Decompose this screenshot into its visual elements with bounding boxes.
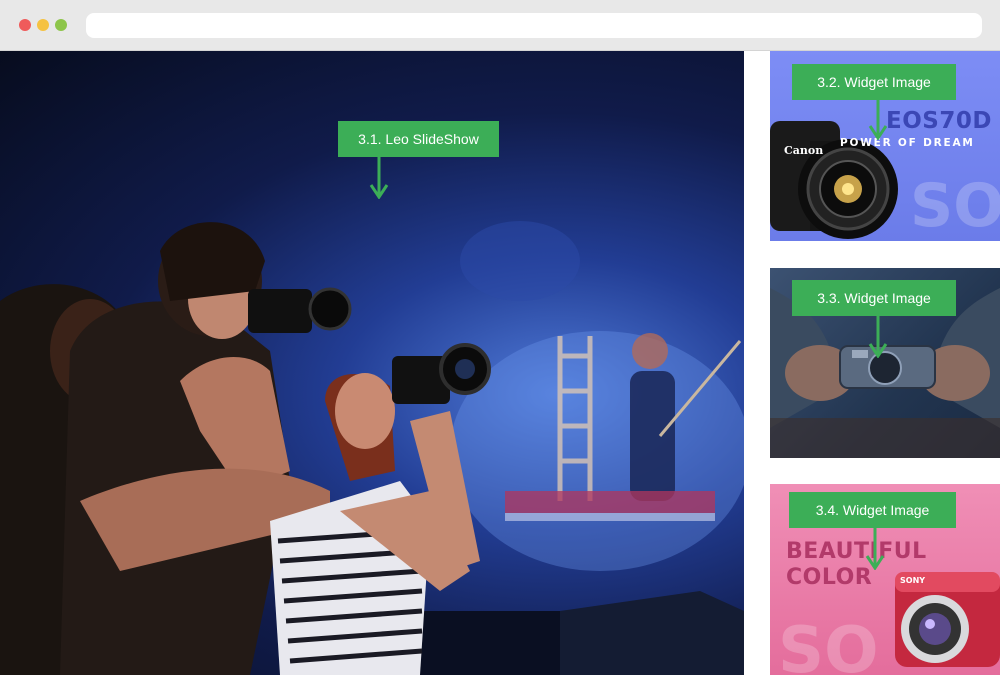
callout-leo-slideshow: 3.1. Leo SlideShow: [338, 121, 499, 157]
ad-watermark: SON: [910, 171, 1000, 241]
address-bar[interactable]: [86, 13, 982, 38]
arrow-down-icon: [865, 528, 885, 570]
minimize-window-dot[interactable]: [37, 19, 49, 31]
sony-brand-text: SONY: [900, 576, 926, 585]
arrow-down-icon: [868, 100, 888, 140]
ad-title: EOS70D: [886, 108, 992, 134]
close-window-dot[interactable]: [19, 19, 31, 31]
arrow-down-icon: [868, 316, 888, 358]
callout-widget-image-1: 3.2. Widget Image: [792, 64, 956, 100]
browser-toolbar: [0, 0, 1000, 51]
callout-widget-image-2: 3.3. Widget Image: [792, 280, 956, 316]
arrow-down-icon: [369, 157, 389, 199]
callout-widget-image-3: 3.4. Widget Image: [789, 492, 956, 528]
maximize-window-dot[interactable]: [55, 19, 67, 31]
ad-subtitle: POWER OF DREAM: [840, 137, 975, 149]
canon-brand-text: Canon: [784, 144, 824, 157]
